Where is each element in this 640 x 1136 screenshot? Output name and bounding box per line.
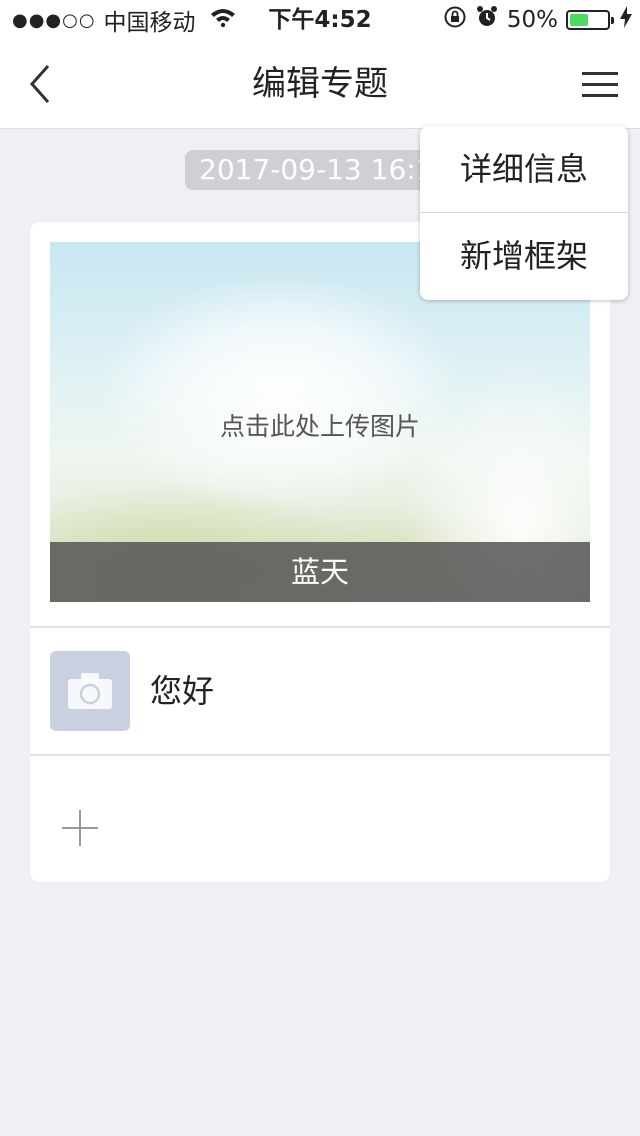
cover-upload-hint: 点击此处上传图片 — [219, 412, 420, 441]
cover-caption: 蓝天 — [50, 542, 590, 602]
hamburger-menu-icon[interactable] — [580, 64, 620, 104]
plus-icon[interactable] — [60, 808, 100, 848]
battery-fill — [570, 14, 588, 26]
topic-card: 点击此处上传图片 蓝天 您好 — [30, 222, 610, 882]
item-label: 您好 — [150, 672, 215, 710]
item-thumbnail — [50, 651, 130, 731]
menu-item-add-frame[interactable]: 新增框架 — [420, 213, 628, 299]
nav-bar: 编辑专题 — [0, 40, 640, 129]
page-title: 编辑专题 — [252, 64, 388, 104]
status-bar: ●●●○○ 中国移动 下午4:52 50% — [0, 0, 640, 40]
status-right: 50% — [435, 0, 632, 40]
list-item[interactable]: 您好 — [30, 628, 610, 754]
charging-icon — [620, 6, 632, 34]
battery-icon — [566, 10, 614, 30]
rotation-lock-icon — [443, 5, 467, 35]
battery-percent: 50% — [506, 7, 558, 33]
alarm-icon — [475, 5, 499, 35]
camera-icon — [68, 673, 112, 709]
dropdown-arrow — [590, 112, 614, 126]
menu-item-details[interactable]: 详细信息 — [420, 126, 628, 212]
dropdown-menu: 详细信息 新增框架 — [420, 126, 628, 300]
add-item-row[interactable] — [30, 756, 610, 882]
